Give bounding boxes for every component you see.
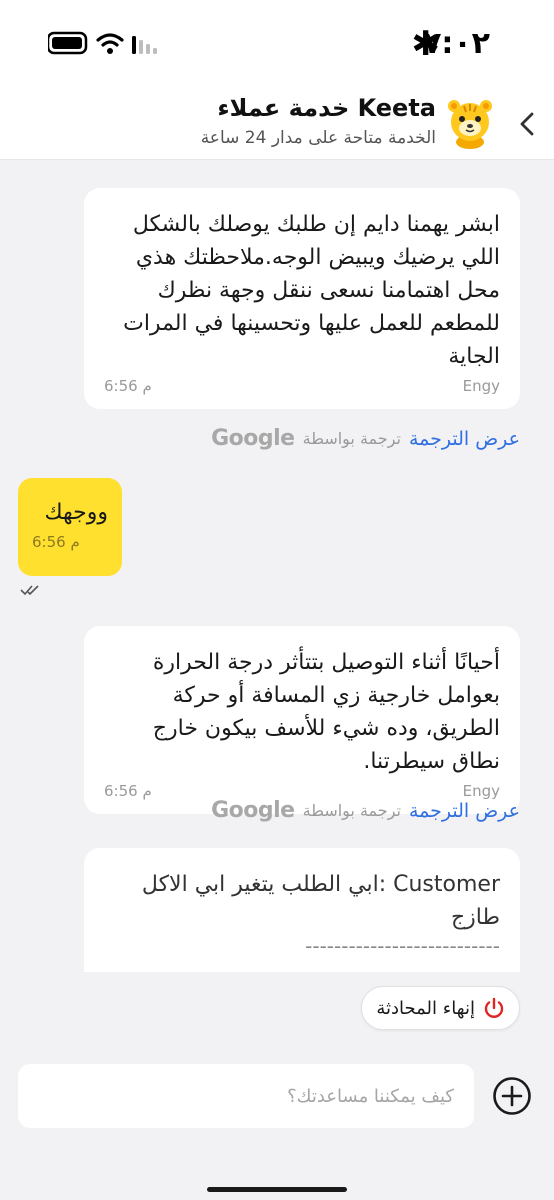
chat-header: خدمة عملاء Keeta الخدمة متاحة على مدار 2… <box>0 84 554 160</box>
incoming-message[interactable]: ابشر يهمنا دايم إن طلبك يوصلك بالشكل الل… <box>84 188 520 409</box>
message-composer[interactable] <box>18 1064 474 1128</box>
power-icon <box>484 997 504 1018</box>
page-title: خدمة عملاء Keeta <box>217 94 436 122</box>
message-time: 6:56 م <box>32 533 80 551</box>
wifi-icon <box>96 33 124 54</box>
status-time: ٧:٠٢ <box>423 26 490 61</box>
translated-by-label: ترجمة بواسطة <box>302 801 401 820</box>
card-divider: --------------------------- <box>305 934 500 958</box>
message-input[interactable] <box>54 1085 454 1107</box>
status-icons <box>48 31 157 55</box>
chat-area[interactable]: ابشر يهمنا دايم إن طلبك يوصلك بالشكل الل… <box>0 160 554 972</box>
order-summary-card[interactable]: Customer :ابي الطلب يتغير ابي الاكل طازج… <box>84 848 520 972</box>
google-logo: Google <box>211 426 295 451</box>
end-chat-label: إنهاء المحادثة <box>376 997 475 1019</box>
home-indicator <box>207 1187 347 1192</box>
google-logo: Google <box>211 798 295 823</box>
translation-row: عرض الترجمة ترجمة بواسطة Google <box>211 798 520 823</box>
message-text: ابشر يهمنا دايم إن طلبك يوصلك بالشكل الل… <box>123 212 500 369</box>
outgoing-message[interactable]: ووجهك 6:56 م <box>18 478 122 576</box>
battery-icon <box>48 31 88 55</box>
translation-row: عرض الترجمة ترجمة بواسطة Google <box>211 426 520 451</box>
message-time: 6:56 م <box>104 782 152 800</box>
card-line: Customer :ابي الطلب يتغير ابي الاكل طازج <box>141 872 500 930</box>
message-text: أحيانًا أثناء التوصيل بتتأثر درجة الحرار… <box>152 650 500 774</box>
incoming-message[interactable]: أحيانًا أثناء التوصيل بتتأثر درجة الحرار… <box>84 626 520 814</box>
status-bar: ✱ ٧:٠٢ <box>0 0 554 84</box>
message-text: ووجهك <box>44 500 108 525</box>
double-check-icon <box>20 585 39 596</box>
show-translation-link[interactable]: عرض الترجمة <box>409 428 520 450</box>
translated-by-label: ترجمة بواسطة <box>302 429 401 448</box>
end-chat-button[interactable]: إنهاء المحادثة <box>361 986 520 1030</box>
page-subtitle: الخدمة متاحة على مدار 24 ساعة <box>200 128 436 148</box>
message-time: 6:56 م <box>104 377 152 395</box>
chevron-right-icon[interactable] <box>516 110 540 138</box>
message-meta: 6:56 م Engy <box>104 377 500 395</box>
show-translation-link[interactable]: عرض الترجمة <box>409 800 520 822</box>
signal-icon <box>132 36 157 54</box>
plus-circle-icon[interactable] <box>492 1076 532 1116</box>
tiger-mascot-icon <box>448 100 492 149</box>
message-sender: Engy <box>462 377 500 395</box>
